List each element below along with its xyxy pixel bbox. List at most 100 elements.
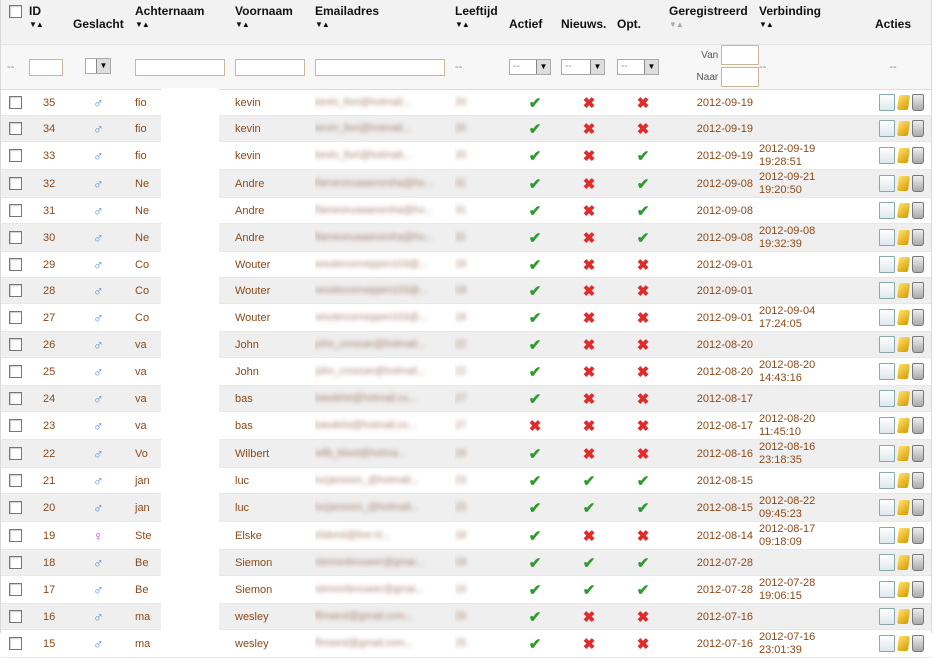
edit-icon[interactable] <box>896 95 911 110</box>
newsletter-cross-icon[interactable]: ✖ <box>583 148 596 165</box>
optin-cross-icon[interactable]: ✖ <box>637 636 650 653</box>
view-icon[interactable] <box>879 202 895 219</box>
optin-cross-icon[interactable]: ✖ <box>637 310 650 327</box>
optin-cross-icon[interactable]: ✖ <box>637 446 650 463</box>
edit-icon[interactable] <box>896 391 911 406</box>
view-icon[interactable] <box>879 120 895 137</box>
view-icon[interactable] <box>879 472 895 489</box>
newsletter-check-icon[interactable]: ✔ <box>583 500 596 517</box>
newsletter-cross-icon[interactable]: ✖ <box>583 609 596 626</box>
optin-check-icon[interactable]: ✔ <box>637 555 650 572</box>
delete-icon[interactable] <box>912 229 924 246</box>
active-check-icon[interactable]: ✔ <box>529 500 542 517</box>
edit-icon[interactable] <box>896 230 911 245</box>
delete-icon[interactable] <box>912 635 924 652</box>
filter-lastname-input[interactable] <box>135 58 225 76</box>
edit-icon[interactable] <box>896 364 911 379</box>
active-check-icon[interactable]: ✔ <box>529 528 542 545</box>
active-check-icon[interactable]: ✔ <box>529 148 542 165</box>
newsletter-cross-icon[interactable]: ✖ <box>583 391 596 408</box>
edit-icon[interactable] <box>896 176 911 191</box>
filter-id-input[interactable] <box>29 58 63 76</box>
edit-icon[interactable] <box>896 418 911 433</box>
optin-check-icon[interactable]: ✔ <box>637 203 650 220</box>
row-checkbox[interactable] <box>9 610 22 623</box>
newsletter-cross-icon[interactable]: ✖ <box>583 176 596 193</box>
view-icon[interactable] <box>879 229 895 246</box>
sort-firstname-icon[interactable]: ▼▲ <box>235 20 315 30</box>
delete-icon[interactable] <box>912 554 924 571</box>
edit-icon[interactable] <box>896 446 911 461</box>
newsletter-check-icon[interactable]: ✔ <box>583 582 596 599</box>
active-check-icon[interactable]: ✔ <box>529 609 542 626</box>
optin-cross-icon[interactable]: ✖ <box>637 418 650 435</box>
delete-icon[interactable] <box>912 581 924 598</box>
active-check-icon[interactable]: ✔ <box>529 364 542 381</box>
optin-cross-icon[interactable]: ✖ <box>637 121 650 138</box>
filter-gender-select[interactable]: ▼ <box>85 57 111 74</box>
edit-icon[interactable] <box>896 555 911 570</box>
view-icon[interactable] <box>879 445 895 462</box>
delete-icon[interactable] <box>912 608 924 625</box>
newsletter-cross-icon[interactable]: ✖ <box>583 230 596 247</box>
row-checkbox[interactable] <box>9 338 22 351</box>
optin-cross-icon[interactable]: ✖ <box>637 257 650 274</box>
view-icon[interactable] <box>879 417 895 434</box>
view-icon[interactable] <box>879 94 895 111</box>
edit-icon[interactable] <box>896 473 911 488</box>
optin-cross-icon[interactable]: ✖ <box>637 609 650 626</box>
optin-cross-icon[interactable]: ✖ <box>637 528 650 545</box>
active-check-icon[interactable]: ✔ <box>529 121 542 138</box>
edit-icon[interactable] <box>896 528 911 543</box>
row-checkbox[interactable] <box>9 122 22 135</box>
newsletter-check-icon[interactable]: ✔ <box>583 555 596 572</box>
newsletter-cross-icon[interactable]: ✖ <box>583 121 596 138</box>
edit-icon[interactable] <box>896 283 911 298</box>
edit-icon[interactable] <box>896 337 911 352</box>
select-all-checkbox[interactable] <box>9 5 22 19</box>
row-checkbox[interactable] <box>9 231 22 244</box>
sort-age-icon[interactable]: ▼▲ <box>455 20 509 30</box>
row-checkbox[interactable] <box>9 177 22 190</box>
active-check-icon[interactable]: ✔ <box>529 473 542 490</box>
row-checkbox[interactable] <box>9 637 22 650</box>
active-check-icon[interactable]: ✔ <box>529 555 542 572</box>
row-checkbox[interactable] <box>9 556 22 569</box>
sort-registered-icon[interactable]: ▼▲ <box>669 20 759 30</box>
optin-cross-icon[interactable]: ✖ <box>637 283 650 300</box>
edit-icon[interactable] <box>896 500 911 515</box>
row-checkbox[interactable] <box>9 501 22 514</box>
view-icon[interactable] <box>879 608 895 625</box>
active-cross-icon[interactable]: ✖ <box>529 418 542 435</box>
newsletter-cross-icon[interactable]: ✖ <box>583 257 596 274</box>
delete-icon[interactable] <box>912 499 924 516</box>
newsletter-cross-icon[interactable]: ✖ <box>583 95 596 112</box>
active-check-icon[interactable]: ✔ <box>529 582 542 599</box>
newsletter-cross-icon[interactable]: ✖ <box>583 528 596 545</box>
view-icon[interactable] <box>879 282 895 299</box>
active-check-icon[interactable]: ✔ <box>529 636 542 653</box>
newsletter-cross-icon[interactable]: ✖ <box>583 446 596 463</box>
optin-check-icon[interactable]: ✔ <box>637 473 650 490</box>
optin-cross-icon[interactable]: ✖ <box>637 391 650 408</box>
optin-cross-icon[interactable]: ✖ <box>637 337 650 354</box>
active-check-icon[interactable]: ✔ <box>529 391 542 408</box>
view-icon[interactable] <box>879 527 895 544</box>
edit-icon[interactable] <box>896 609 911 624</box>
newsletter-cross-icon[interactable]: ✖ <box>583 337 596 354</box>
view-icon[interactable] <box>879 554 895 571</box>
filter-email-input[interactable] <box>315 58 445 76</box>
active-check-icon[interactable]: ✔ <box>529 176 542 193</box>
sort-email-icon[interactable]: ▼▲ <box>315 20 455 30</box>
sort-connection-icon[interactable]: ▼▲ <box>759 20 855 30</box>
row-checkbox[interactable] <box>9 419 22 432</box>
newsletter-cross-icon[interactable]: ✖ <box>583 203 596 220</box>
row-checkbox[interactable] <box>9 284 22 297</box>
optin-cross-icon[interactable]: ✖ <box>637 95 650 112</box>
delete-icon[interactable] <box>912 336 924 353</box>
optin-check-icon[interactable]: ✔ <box>637 582 650 599</box>
active-check-icon[interactable]: ✔ <box>529 95 542 112</box>
active-check-icon[interactable]: ✔ <box>529 446 542 463</box>
view-icon[interactable] <box>879 175 895 192</box>
filter-opt-select[interactable]: -- ▼ <box>617 59 659 75</box>
